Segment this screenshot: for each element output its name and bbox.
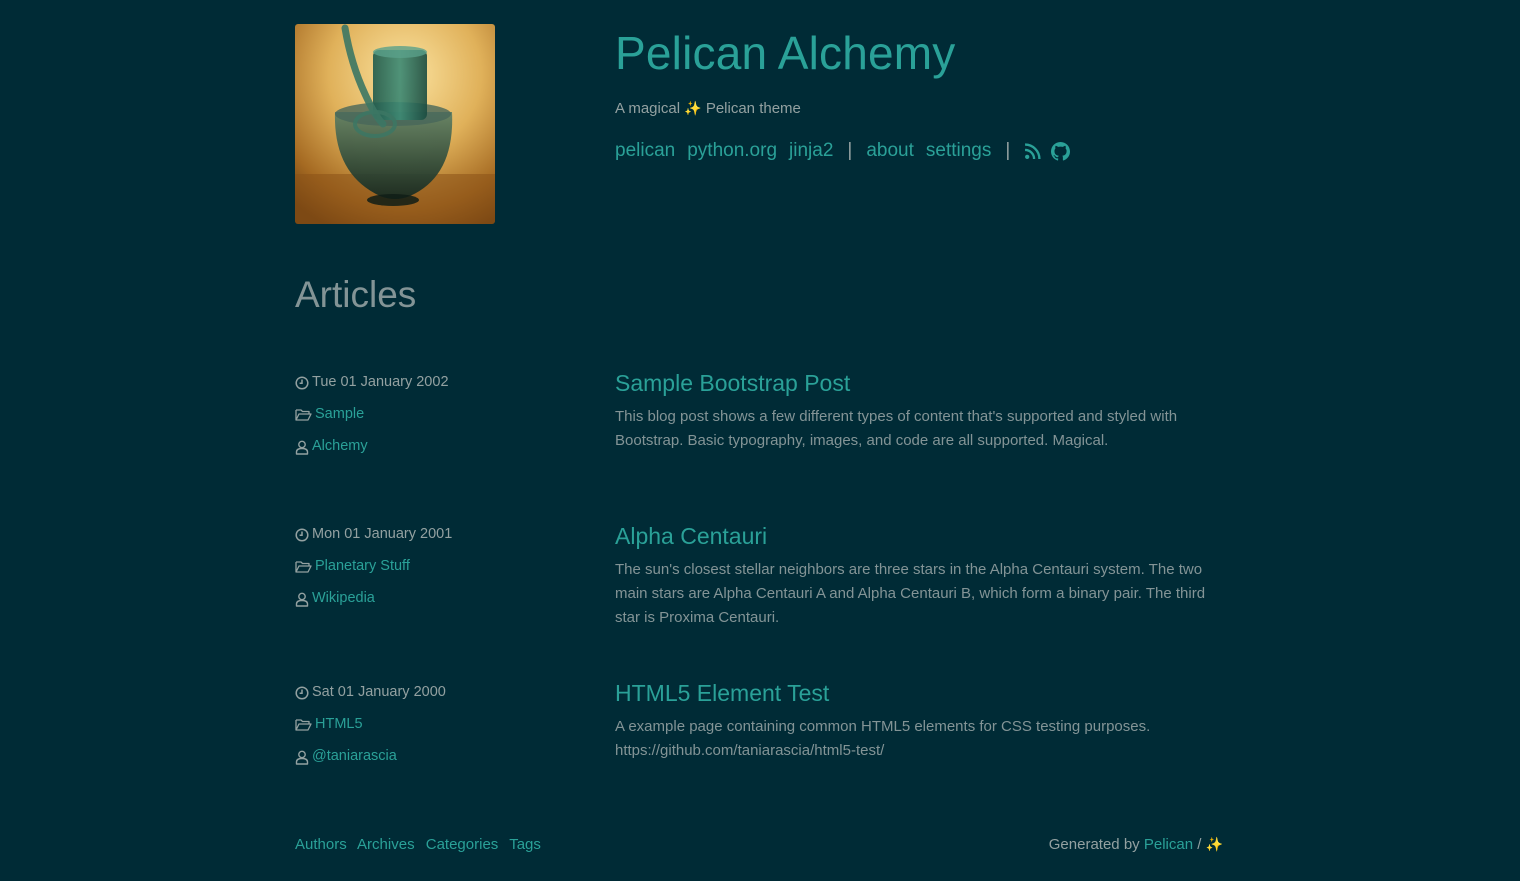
folder-icon	[295, 561, 312, 573]
article-author: Alchemy	[295, 438, 575, 470]
clock-icon	[295, 686, 309, 700]
category-link[interactable]: HTML5	[315, 716, 363, 732]
article-title-link[interactable]: Sample Bootstrap Post	[615, 370, 1225, 397]
article-category: Sample	[295, 406, 575, 438]
author-link[interactable]: Wikipedia	[312, 590, 375, 606]
subtitle-prefix: A magical	[615, 100, 681, 117]
user-icon	[295, 440, 309, 455]
article-date: Tue 01 January 2002	[295, 374, 575, 406]
category-link[interactable]: Planetary Stuff	[315, 558, 410, 574]
article-summary: A example page containing common HTML5 e…	[615, 718, 1151, 759]
article-date: Sat 01 January 2000	[295, 684, 575, 716]
rss-icon[interactable]	[1024, 142, 1041, 160]
pelican-link[interactable]: Pelican	[1144, 836, 1193, 853]
author-link[interactable]: Alchemy	[312, 438, 368, 454]
author-link[interactable]: @taniarascia	[312, 748, 397, 764]
category-link[interactable]: Sample	[315, 406, 364, 422]
article-date: Mon 01 January 2001	[295, 526, 575, 558]
date-text: Sat 01 January 2000	[312, 684, 446, 700]
nav-separator: |	[847, 140, 853, 161]
article-summary: This blog post shows a few different typ…	[615, 408, 1178, 449]
footer-links: Authors Archives Categories Tags	[295, 836, 548, 853]
article-entry: Sample Bootstrap Post This blog post sho…	[615, 370, 1225, 453]
date-text: Mon 01 January 2001	[312, 526, 453, 542]
subtitle-suffix: Pelican theme	[705, 100, 801, 117]
nav-link-pelican[interactable]: pelican	[615, 140, 675, 162]
nav-link-python[interactable]: python.org	[687, 140, 777, 162]
article-author: Wikipedia	[295, 590, 575, 622]
article-summary: The sun's closest stellar neighbors are …	[615, 561, 1206, 626]
article-category: HTML5	[295, 716, 575, 748]
article-author: @taniarascia	[295, 748, 575, 780]
generated-by-text: Generated by	[1048, 836, 1140, 853]
footer-credits: Generated by Pelican / ✨	[1049, 836, 1223, 853]
nav-link-jinja2[interactable]: jinja2	[789, 140, 833, 162]
clock-icon	[295, 528, 309, 542]
nav-separator: |	[1005, 140, 1011, 161]
main-nav: pelican python.org jinja2 | about settin…	[615, 140, 1080, 162]
user-icon	[295, 592, 309, 607]
date-text: Tue 01 January 2002	[312, 374, 449, 390]
article-title-link[interactable]: HTML5 Element Test	[615, 680, 1225, 707]
site-logo[interactable]	[295, 24, 495, 224]
page: Pelican Alchemy A magical ✨ Pelican them…	[0, 0, 1520, 881]
sparkle-icon: ✨	[684, 100, 702, 116]
user-icon	[295, 750, 309, 765]
footer-link-tags[interactable]: Tags	[509, 836, 541, 853]
site-title[interactable]: Pelican Alchemy	[615, 26, 956, 80]
article-entry: Alpha Centauri The sun's closest stellar…	[615, 523, 1225, 630]
article-meta: Mon 01 January 2001 Planetary Stuff Wiki…	[295, 526, 575, 622]
article-title-link[interactable]: Alpha Centauri	[615, 523, 1225, 550]
nav-link-settings[interactable]: settings	[926, 140, 991, 162]
article-category: Planetary Stuff	[295, 558, 575, 590]
nav-link-about[interactable]: about	[866, 140, 914, 162]
glass-vessel-image	[295, 24, 495, 224]
footer-slash: /	[1197, 836, 1202, 853]
folder-icon	[295, 409, 312, 421]
article-meta: Sat 01 January 2000 HTML5 @taniarascia	[295, 684, 575, 780]
site-subtitle: A magical ✨ Pelican theme	[615, 100, 801, 117]
article-entry: HTML5 Element Test A example page contai…	[615, 680, 1225, 763]
footer-link-categories[interactable]: Categories	[426, 836, 499, 853]
footer-link-archives[interactable]: Archives	[357, 836, 415, 853]
article-meta: Tue 01 January 2002 Sample Alchemy	[295, 374, 575, 470]
github-icon[interactable]	[1051, 141, 1071, 161]
articles-heading: Articles	[295, 274, 417, 315]
clock-icon	[295, 376, 309, 390]
footer-link-authors[interactable]: Authors	[295, 836, 347, 853]
folder-icon	[295, 719, 312, 731]
sparkle-icon[interactable]: ✨	[1206, 836, 1223, 852]
